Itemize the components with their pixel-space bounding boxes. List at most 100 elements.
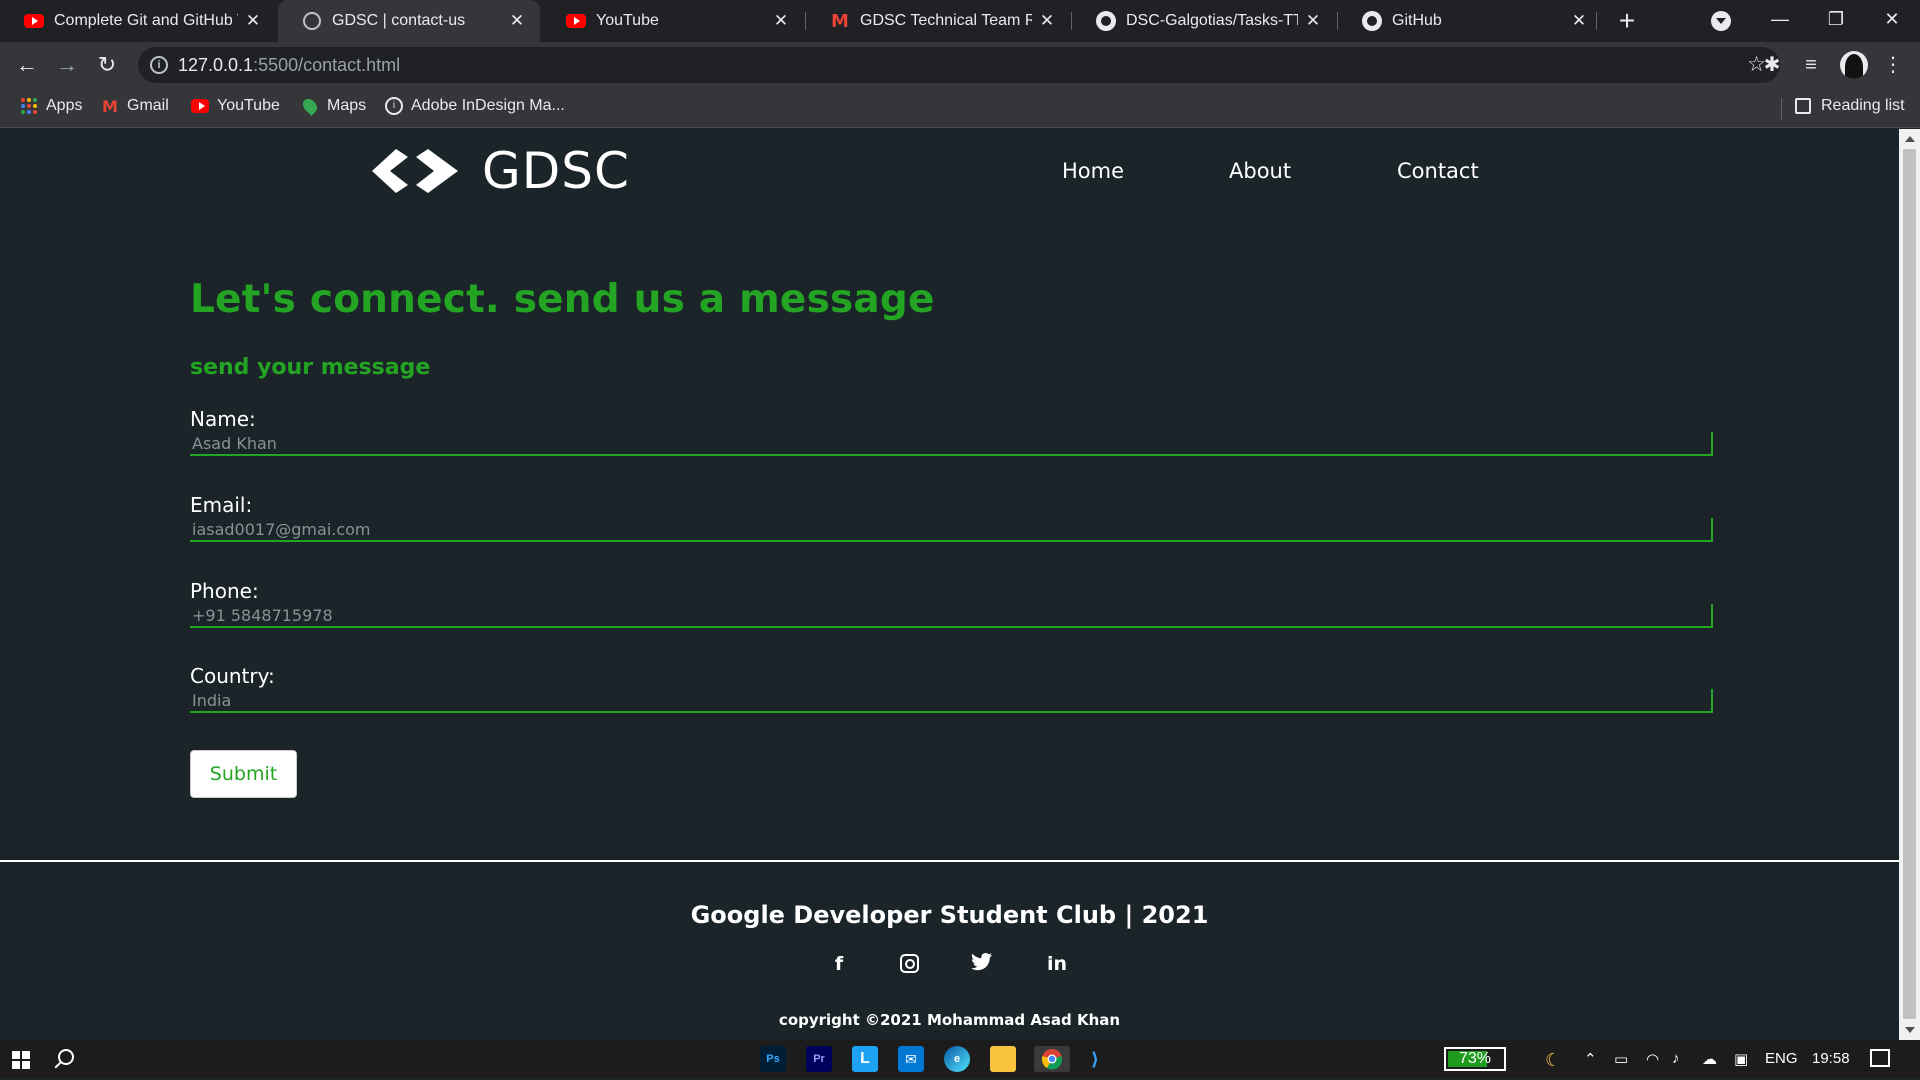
phone-label: Phone: [190, 579, 259, 603]
l-app-icon[interactable]: L [852, 1046, 878, 1072]
windows-start-icon[interactable] [12, 1051, 30, 1069]
vscode-icon[interactable]: ⟩ [1082, 1046, 1108, 1072]
battery-indicator[interactable]: 73% [1444, 1047, 1506, 1071]
email-label: Email: [190, 493, 253, 517]
close-tab-icon[interactable]: ✕ [1038, 11, 1056, 31]
file-explorer-icon[interactable] [990, 1046, 1016, 1072]
nav-home-link[interactable]: Home [1062, 159, 1124, 183]
tab-title: YouTube [596, 12, 659, 29]
tab-gmail-round[interactable]: M GDSC Technical Team Round ✕ [806, 0, 1070, 42]
facebook-icon[interactable]: f [827, 952, 851, 976]
bookmark-maps[interactable]: Maps [300, 96, 367, 116]
back-icon[interactable]: ← [12, 50, 42, 80]
instagram-icon[interactable] [897, 952, 921, 976]
tab-separator [1596, 12, 1597, 30]
copyright-text: copyright ©2021 Mohammad Asad Khan [778, 1011, 1121, 1029]
tab-github-tasks[interactable]: DSC-Galgotias/Tasks-TT_GD ✕ [1072, 0, 1336, 42]
scroll-up-icon[interactable] [1905, 136, 1915, 142]
scrollbar-thumb[interactable] [1903, 149, 1916, 1019]
chrome-icon[interactable] [1034, 1046, 1070, 1072]
maps-icon [300, 96, 320, 116]
tab-title: GDSC | contact-us [332, 12, 466, 29]
close-window-button[interactable]: ✕ [1864, 0, 1920, 38]
onedrive-icon[interactable]: ☁ [1702, 1050, 1717, 1068]
youtube-icon [24, 11, 44, 31]
reading-list-icon [1795, 98, 1811, 114]
youtube-icon [191, 97, 209, 115]
clock-time[interactable]: 19:58 [1812, 1050, 1850, 1067]
new-tab-button[interactable]: + [1612, 6, 1642, 36]
nav-about-link[interactable]: About [1229, 159, 1291, 183]
tab-strip: Complete Git and GitHub Tu ✕ GDSC | cont… [0, 0, 1920, 42]
night-light-icon[interactable]: ☾ [1545, 1050, 1561, 1071]
notifications-icon[interactable] [1870, 1049, 1890, 1067]
extensions-icon[interactable]: ✱ [1759, 52, 1785, 78]
scroll-down-icon[interactable] [1905, 1027, 1915, 1033]
meet-now-icon[interactable]: ▣ [1734, 1050, 1748, 1068]
close-tab-icon[interactable]: ✕ [508, 11, 526, 31]
language-indicator[interactable]: ENG [1765, 1050, 1798, 1067]
bookmark-youtube[interactable]: YouTube [191, 97, 280, 115]
phone-input[interactable] [190, 604, 1713, 628]
submit-button[interactable]: Submit [190, 750, 297, 798]
name-label: Name: [190, 407, 256, 431]
tab-git-tutorial[interactable]: Complete Git and GitHub Tu ✕ [0, 0, 276, 42]
edge-icon[interactable]: e [944, 1046, 970, 1072]
mail-icon[interactable]: ✉ [898, 1046, 924, 1072]
photoshop-icon[interactable]: Ps [760, 1046, 786, 1072]
restore-button[interactable]: ❐ [1808, 0, 1864, 38]
linkedin-icon[interactable]: in [1045, 952, 1069, 976]
globe-icon [302, 11, 322, 31]
volume-icon[interactable]: ♪ [1672, 1050, 1680, 1067]
menu-kebab-icon[interactable]: ⋮ [1880, 52, 1906, 78]
close-tab-icon[interactable]: ✕ [772, 11, 790, 31]
close-tab-icon[interactable]: ✕ [1570, 11, 1588, 31]
battery-icon[interactable]: ▭ [1614, 1050, 1628, 1068]
bookmark-label: Maps [327, 97, 367, 114]
profile-avatar[interactable] [1840, 51, 1868, 79]
footer-title: Google Developer Student Club | 2021 [690, 901, 1209, 929]
bookmark-gmail[interactable]: M Gmail [101, 96, 169, 116]
country-input[interactable] [190, 689, 1713, 713]
url-host: 127.0.0.1 [178, 55, 254, 75]
wifi-icon[interactable]: ◠ [1646, 1050, 1659, 1068]
show-hidden-icons[interactable]: ⌃ [1584, 1050, 1597, 1068]
gdsc-brackets-icon [372, 149, 458, 193]
url-text[interactable]: 127.0.0.1:5500/contact.html [178, 55, 400, 76]
tab-search-icon[interactable] [1711, 11, 1731, 31]
email-input[interactable] [190, 518, 1713, 542]
page-heading: Let's connect. send us a message [190, 277, 935, 322]
reading-list-label: Reading list [1821, 97, 1905, 114]
bookmark-label: Adobe InDesign Ma... [411, 97, 565, 114]
bookmark-separator [1781, 98, 1782, 120]
address-bar[interactable]: i 127.0.0.1:5500/contact.html ☆ [138, 47, 1780, 83]
close-tab-icon[interactable]: ✕ [244, 11, 262, 31]
name-input[interactable] [190, 432, 1713, 456]
gdsc-logo[interactable]: GDSC [370, 142, 630, 200]
twitter-icon[interactable] [970, 952, 994, 976]
minimize-button[interactable]: — [1752, 0, 1808, 38]
tab-contact-us[interactable]: GDSC | contact-us ✕ [278, 0, 540, 42]
tab-youtube[interactable]: YouTube ✕ [542, 0, 804, 42]
bookmark-apps[interactable]: Apps [20, 97, 82, 115]
logo-text: GDSC [482, 142, 630, 200]
site-info-icon[interactable]: i [150, 56, 168, 74]
close-tab-icon[interactable]: ✕ [1304, 11, 1322, 31]
gmail-icon: M [102, 96, 118, 116]
forward-icon[interactable]: → [52, 50, 82, 80]
reload-icon[interactable]: ↻ [92, 50, 122, 80]
page-scrollbar[interactable] [1899, 129, 1920, 1040]
bookmarks-bar: Apps M Gmail YouTube Maps i Adobe InDesi… [0, 88, 1920, 128]
premiere-icon[interactable]: Pr [806, 1046, 832, 1072]
country-label: Country: [190, 664, 275, 688]
form-subheading: send your message [190, 355, 431, 380]
bookmark-indesign[interactable]: i Adobe InDesign Ma... [385, 97, 565, 115]
url-path: :5500/contact.html [253, 55, 401, 75]
media-control-icon[interactable]: ≡ [1798, 52, 1824, 78]
apps-grid-icon [20, 97, 38, 115]
tab-title: GitHub [1392, 12, 1442, 29]
tab-github[interactable]: GitHub ✕ [1338, 0, 1602, 42]
search-icon[interactable] [58, 1049, 74, 1065]
nav-contact-link[interactable]: Contact [1397, 159, 1479, 183]
reading-list-button[interactable]: Reading list [1795, 97, 1905, 115]
